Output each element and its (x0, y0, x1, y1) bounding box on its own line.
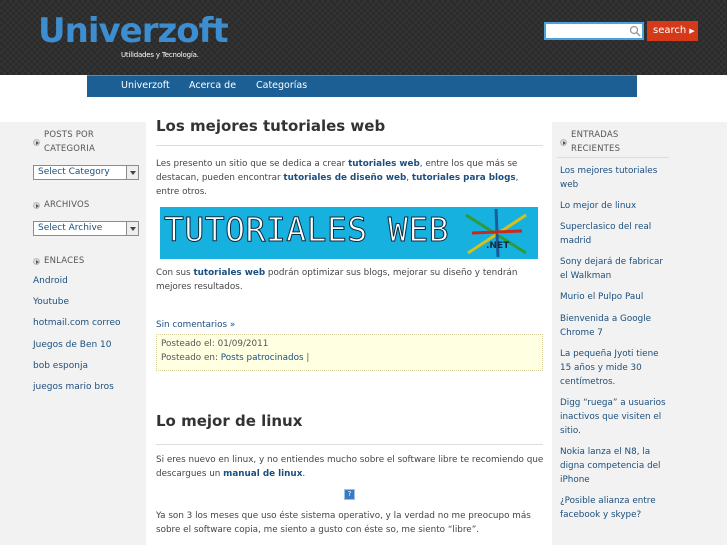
meta-label: Posteado en: (161, 353, 218, 363)
heading-line: POSTS POR (44, 130, 95, 140)
link-line: Sony dejará de fabricar (560, 257, 663, 267)
nav-item-acerca-de[interactable]: Acerca de (189, 80, 236, 91)
sidebar-link-android[interactable]: Android (33, 276, 68, 286)
recent-post-link[interactable]: Bienvenida a Google Chrome 7 (560, 312, 672, 340)
site-header: Univerzoft Utilidades y Tecnología. sear… (0, 0, 727, 75)
inline-link[interactable]: tutoriales web (348, 159, 420, 169)
posted-category: Posteado en: Posts patrocinados | (161, 353, 309, 363)
archive-select-value: Select Archive (38, 223, 103, 233)
recent-post-link[interactable]: Digg “ruega” a usuarios inactivos que vis… (560, 396, 672, 438)
link-line: Superclasico del real (560, 222, 652, 232)
comments-link[interactable]: Sin comentarios » (156, 320, 235, 330)
bullet-icon (33, 202, 40, 209)
sidebar-link-mario-bros[interactable]: juegos mario bros (33, 382, 114, 392)
link-line: inactivos que visiten el (560, 412, 662, 422)
nav-item-univerzoft[interactable]: Univerzoft (121, 80, 170, 91)
link-line: Nokia lanza el N8, la (560, 447, 651, 457)
link-line: iPhone (560, 475, 590, 485)
text-span: Si eres nuevo en linux, y no entiendes m… (156, 455, 544, 479)
recent-post-link[interactable]: Nokia lanza el N8, la digna competencia d… (560, 445, 672, 487)
meta-label: Posteado el: (161, 339, 215, 349)
link-line: sitio. (560, 426, 581, 436)
chevron-down-icon (126, 222, 138, 235)
recent-post-link[interactable]: Murio el Pulpo Paul (560, 290, 672, 304)
link-line: Chrome 7 (560, 328, 603, 338)
arrows-logo-icon (465, 208, 527, 258)
banner-net-label: .NET (486, 241, 510, 251)
post-meta: Posteado el: 01/09/2011 Posteado en: Pos… (156, 334, 543, 371)
text-span: Les presento un sitio que se dedica a cr… (156, 159, 349, 169)
recent-post-link[interactable]: La pequeña Jyoti tiene 15 años y mide 30 c… (560, 347, 672, 389)
bullet-icon (33, 258, 40, 265)
recent-post-link[interactable]: Sony dejará de fabricar el Walkman (560, 255, 672, 283)
post-paragraph: Ya son 3 los meses que uso éste sistema … (156, 511, 531, 535)
text-span: . (302, 469, 306, 479)
link-line: ¿Posible alianza entre (560, 496, 656, 506)
post-title[interactable]: Lo mejor de linux (156, 412, 302, 430)
main-nav: Univerzoft Acerca de Categorías (87, 75, 637, 97)
banner-text: TUTORIALES WEB (163, 210, 450, 250)
sidebar-link-ben10[interactable]: Juegos de Ben 10 (33, 340, 112, 350)
link-line: La pequeña Jyoti tiene (560, 349, 659, 359)
inline-link[interactable]: tutoriales para blogs (412, 173, 516, 183)
sidebar-link-youtube[interactable]: Youtube (33, 297, 69, 307)
site-logo[interactable]: Univerzoft (38, 11, 229, 51)
archive-select[interactable]: Select Archive (33, 221, 139, 236)
sidebar-link-hotmail[interactable]: hotmail.com correo (33, 318, 121, 328)
search-button[interactable]: search ▶ (647, 21, 698, 41)
meta-separator: | (306, 353, 310, 363)
inline-link[interactable]: tutoriales de diseño web (283, 173, 406, 183)
meta-value: 01/09/2011 (217, 339, 269, 349)
link-line: Bienvenida a Google (560, 314, 652, 324)
sidebar-link-bob-esponja[interactable]: bob esponja (33, 361, 88, 371)
link-line: Los mejores tutoriales (560, 166, 658, 176)
posted-date: Posteado el: 01/09/2011 (161, 339, 268, 349)
inline-link[interactable]: tutoriales web (193, 268, 265, 278)
link-line: digna competencia del (560, 461, 661, 471)
link-line: 15 años y mide 30 (560, 363, 642, 373)
search-icon (629, 25, 641, 37)
broken-image-icon: ? (344, 489, 355, 500)
text-span: Con sus (156, 268, 194, 278)
nav-item-categorias[interactable]: Categorías (256, 80, 307, 91)
link-line: centímetros. (560, 377, 616, 387)
tutoriales-web-banner[interactable]: TUTORIALES WEB .NET (160, 207, 538, 259)
post-paragraph: Les presento un sitio que se dedica a cr… (156, 157, 544, 199)
post-paragraph: Con sus tutoriales web podrán optimizar … (156, 266, 544, 294)
recent-post-link[interactable]: ¿Posible alianza entre facebook y skype? (560, 494, 672, 522)
divider (156, 444, 543, 445)
category-link[interactable]: Posts patrocinados (221, 353, 304, 363)
link-line: Murio el Pulpo Paul (560, 292, 644, 302)
recent-post-link[interactable]: Los mejores tutoriales web (560, 164, 672, 192)
bullet-icon (33, 139, 40, 146)
divider (156, 145, 543, 146)
category-select-value: Select Category (38, 167, 110, 177)
recent-post-link[interactable]: Lo mejor de linux (560, 199, 672, 213)
posts-category-heading: POSTS POR CATEGORIA (44, 128, 95, 156)
heading-line: CATEGORIA (44, 144, 95, 154)
link-line: Digg “ruega” a usuarios (560, 398, 666, 408)
category-select[interactable]: Select Category (33, 165, 139, 180)
link-line: Lo mejor de linux (560, 201, 637, 211)
divider (557, 157, 669, 158)
recent-post-link[interactable]: Superclasico del real madrid (560, 220, 672, 248)
recent-posts-heading: ENTRADAS RECIENTES (571, 128, 620, 156)
heading-line: RECIENTES (571, 144, 621, 154)
heading-line: ENTRADAS (571, 130, 619, 140)
archive-heading: ARCHIVOS (44, 200, 90, 210)
chevron-down-icon (126, 166, 138, 179)
link-line: facebook y skype? (560, 510, 642, 520)
post-title[interactable]: Los mejores tutoriales web (156, 117, 385, 135)
site-tagline: Utilidades y Tecnología. (121, 51, 199, 59)
arrow-right-icon: ▶ (689, 27, 695, 35)
inline-link[interactable]: manual de linux (223, 469, 302, 479)
bullet-icon (560, 139, 567, 146)
search-button-label: search (653, 25, 687, 36)
links-heading: ENLACES (44, 256, 85, 266)
post-paragraph: Si eres nuevo en linux, y no entiendes m… (156, 453, 544, 481)
link-line: el Walkman (560, 271, 612, 281)
link-line: madrid (560, 236, 592, 246)
link-line: web (560, 180, 579, 190)
